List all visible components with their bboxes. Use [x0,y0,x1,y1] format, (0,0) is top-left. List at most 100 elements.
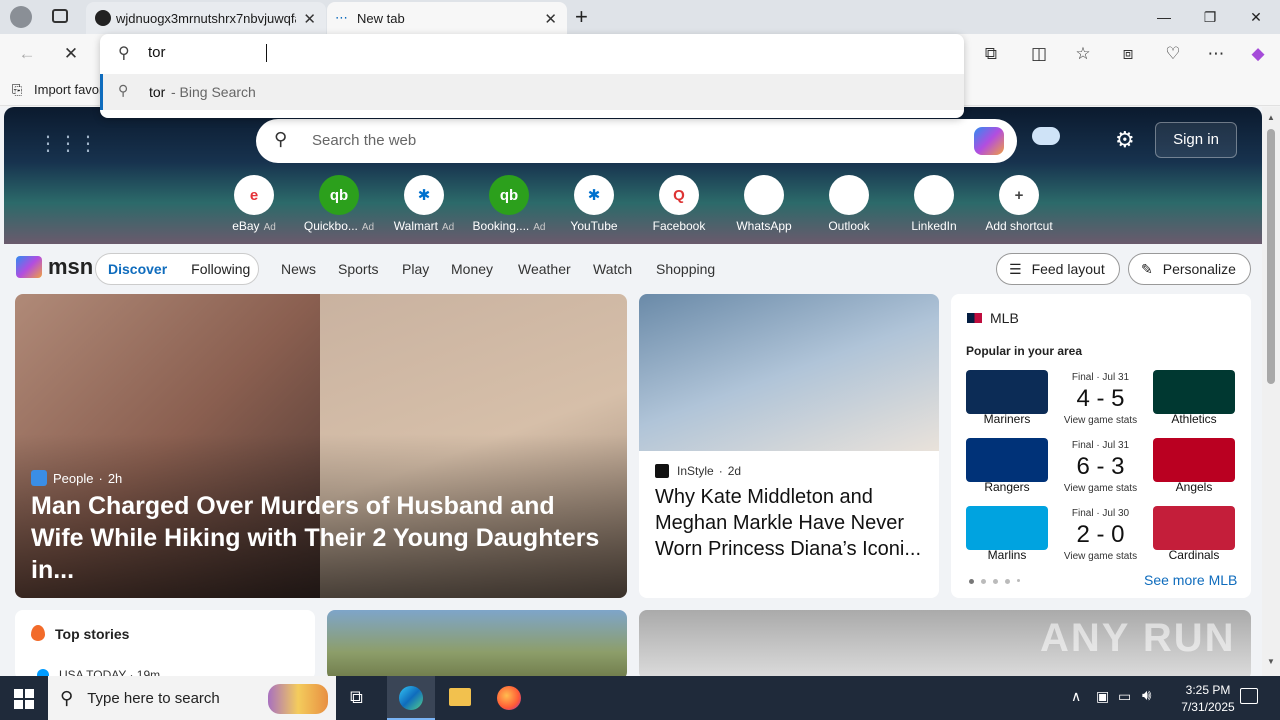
shortcut-7[interactable]: Outlook [809,175,889,233]
browser-essentials-icon[interactable]: ♡ [1158,40,1188,68]
dot[interactable] [1005,579,1010,584]
import-favorites-link[interactable]: Import favor [34,82,103,97]
personalize-button[interactable]: ✎ Personalize [1128,253,1251,285]
dot[interactable] [1017,579,1020,582]
view-game-stats-link[interactable]: View game stats [1048,415,1153,426]
team-logo-away[interactable] [1153,370,1235,414]
story-headline[interactable]: Why Kate Middleton and Meghan Markle Hav… [655,484,925,562]
team-logo-away[interactable] [1153,438,1235,482]
apps-grid-icon[interactable]: ⋮⋮⋮ [38,131,98,156]
clock-date[interactable]: 7/31/2025 [1173,700,1243,714]
stop-icon[interactable]: ✕ [56,40,86,68]
diana-story-card[interactable]: InStyle · 2d Why Kate Middleton and Megh… [639,294,939,598]
view-game-stats-link[interactable]: View game stats [1048,551,1153,562]
dot[interactable] [981,579,986,584]
new-tab-button[interactable]: + [575,4,588,30]
tab-following[interactable]: Following [191,261,250,277]
file-explorer-icon[interactable] [449,688,471,706]
sliders-icon: ☰ [1009,260,1022,277]
team-logo-home[interactable] [966,370,1048,414]
shortcut-4[interactable]: ✱ YouTube [554,175,634,233]
shortcut-0[interactable]: e eBay Ad [214,175,294,233]
close-tab-icon[interactable]: ✕ [303,10,316,28]
nav-news[interactable]: News [281,261,316,277]
view-game-stats-link[interactable]: View game stats [1048,483,1153,494]
ad-label: Ad [442,222,455,233]
device-icon[interactable]: ▣ [1096,688,1109,705]
main-story-card[interactable]: People · 2h Man Charged Over Murders of … [15,294,627,598]
more-icon[interactable]: ⋯ [1201,40,1231,68]
windows-start-icon[interactable] [14,689,34,709]
close-tab-icon[interactable]: ✕ [544,10,557,28]
nav-sports[interactable]: Sports [338,261,378,277]
shortcut-2[interactable]: ✱ Walmart Ad [384,175,464,233]
minimize-button[interactable]: — [1141,0,1187,34]
split-screen-icon[interactable]: ◫ [1024,40,1054,68]
task-view-icon[interactable]: ⧉ [350,687,363,708]
settings-icon[interactable]: ⚙ [1115,127,1135,153]
ad-label: Ad [533,222,546,233]
tab-new[interactable]: ⋯ New tab ✕ [327,2,567,34]
taskbar-search[interactable]: ⚲ Type here to search [48,676,336,720]
tray-chevron-icon[interactable]: ∧ [1071,688,1081,705]
clock-time[interactable]: 3:25 PM [1173,683,1243,697]
mlb-header[interactable]: MLB [967,310,1019,326]
story-image [639,294,939,451]
nav-play[interactable]: Play [402,261,429,277]
nav-money[interactable]: Money [451,261,493,277]
favorites-icon[interactable]: ☆ [1068,40,1098,68]
taskbar-search-input[interactable]: Type here to search [87,690,220,707]
copilot-icon[interactable] [974,127,1004,155]
suggestion-item[interactable]: ⚲ tor - Bing Search [100,74,964,110]
shortcut-6[interactable]: WhatsApp [724,175,804,233]
mlb-game[interactable]: Rangers Angels Final · Jul 31 6 - 3 View gam… [966,438,1235,498]
collections-icon[interactable]: ⧈ [1113,40,1143,68]
tab-file[interactable]: wjdnuogx3mrnutshrx7nbvjuwqfa ✕ [86,2,326,34]
nav-shopping[interactable]: Shopping [656,261,715,277]
search-input[interactable]: Search the web [312,132,416,149]
profile-icon[interactable] [10,6,32,28]
fire-icon [31,625,45,641]
back-icon[interactable]: ← [12,40,42,68]
feed-layout-button[interactable]: ☰ Feed layout [996,253,1120,285]
away-team-name: Angels [1175,480,1213,494]
network-icon[interactable]: ▭ [1118,688,1131,705]
restore-button[interactable]: ❐ [1187,0,1233,34]
scroll-down-icon[interactable]: ▼ [1267,657,1275,666]
story-headline[interactable]: Man Charged Over Murders of Husband and … [31,490,601,586]
nav-watch[interactable]: Watch [593,261,632,277]
dot[interactable] [993,579,998,584]
castle-story-card[interactable] [327,610,627,676]
top-stories-title[interactable]: Top stories [55,626,129,642]
team-logo-home[interactable] [966,506,1048,550]
shortcut-8[interactable]: LinkedIn [894,175,974,233]
nav-weather[interactable]: Weather [518,261,571,277]
extensions-icon[interactable]: ⧉ [976,40,1006,68]
see-more-mlb-link[interactable]: See more MLB [1144,572,1237,588]
firefox-icon[interactable] [497,686,521,710]
shortcut-3[interactable]: qb Booking.... Ad [469,175,549,233]
shortcut-1[interactable]: qb Quickbo... Ad [299,175,379,233]
shortcut-label: Quickbo... Ad [299,219,379,233]
sign-in-button[interactable]: Sign in [1155,122,1237,158]
notifications-icon[interactable] [1240,688,1258,704]
shortcut-9[interactable]: + Add shortcut [979,175,1059,233]
volume-icon[interactable]: 🔊︎ [1142,687,1151,704]
tab-actions-icon[interactable] [52,9,68,23]
mlb-game[interactable]: Marlins Cardinals Final · Jul 30 2 - 0 View … [966,506,1235,566]
team-logo-home[interactable] [966,438,1048,482]
page-scrollbar[interactable]: ▲ ▼ [1262,107,1280,676]
address-input[interactable]: tor [148,44,166,61]
mlb-game[interactable]: Mariners Athletics Final · Jul 31 4 - 5 View… [966,370,1235,430]
team-logo-away[interactable] [1153,506,1235,550]
weather-icon[interactable] [1032,127,1060,145]
msn-logo[interactable]: msn [16,254,93,280]
close-window-button[interactable]: ✕ [1233,0,1279,34]
scroll-thumb[interactable] [1267,129,1275,384]
search-box[interactable]: ⚲ Search the web [256,119,1017,163]
tab-discover[interactable]: Discover [108,261,167,277]
scroll-up-icon[interactable]: ▲ [1267,113,1275,122]
shortcut-5[interactable]: Q Facebook [639,175,719,233]
copilot-icon[interactable]: ◆ [1243,40,1273,68]
dot[interactable] [969,579,974,584]
